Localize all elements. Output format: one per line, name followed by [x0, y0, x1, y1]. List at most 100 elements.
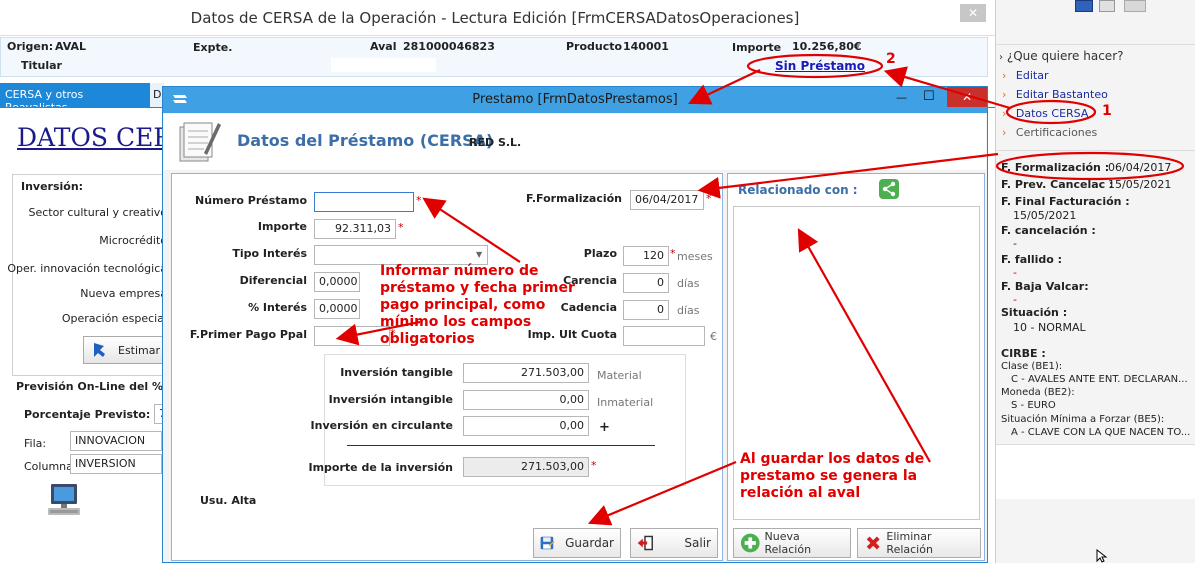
company-name: RED S.L.: [469, 136, 522, 149]
row-nueva-empresa: Nueva empresa: [80, 287, 167, 300]
dialog-close-button[interactable]: ✕: [947, 87, 987, 107]
annotation-informar-line: Informar número de: [380, 263, 539, 279]
guardar-label: Guardar: [565, 536, 614, 550]
action-certificaciones[interactable]: › Certificaciones: [1002, 126, 1097, 139]
rp-moneda-label: Moneda (BE2):: [1001, 387, 1075, 398]
origen-value: AVAL: [55, 40, 87, 53]
carencia-input[interactable]: 0: [623, 273, 669, 293]
plus-sign: +: [599, 420, 610, 435]
rp-prev-cancelac-value: 15/05/2021: [1108, 178, 1172, 191]
row-microcredito: Microcrédito: [99, 234, 167, 247]
porcentaje-label: Porcentaje Previsto:: [24, 408, 151, 421]
salir-button[interactable]: Salir: [630, 528, 718, 558]
plazo-unit: meses: [677, 250, 713, 263]
datos-cersa-heading: DATOS CER: [17, 123, 173, 152]
annotation-informar-line: obligatorios: [380, 331, 475, 347]
imp-ult-cuota-input[interactable]: [623, 326, 705, 346]
guardar-button[interactable]: Guardar: [533, 528, 621, 558]
what-to-do-text: ¿Que quiere hacer?: [1006, 49, 1124, 63]
numero-prestamo-input[interactable]: [314, 192, 414, 212]
rp-clase-value: C - AVALES ANTE ENT. DECLARAN...: [1011, 374, 1188, 385]
plazo-label: Plazo: [583, 247, 617, 260]
action-editar-bastanteo[interactable]: › Editar Bastanteo: [1002, 88, 1108, 101]
aval-label: Aval: [370, 40, 397, 53]
tipo-interes-label: Tipo Interés: [232, 247, 307, 260]
rp-situacion-min-value: A - CLAVE CON LA QUE NACEN TO...: [1011, 427, 1191, 438]
share-icon: [882, 181, 896, 197]
inv-intangible-input[interactable]: 0,00: [463, 390, 589, 410]
annotation-informar-line: pago principal, como: [380, 297, 546, 313]
cadencia-input[interactable]: 0: [623, 300, 669, 320]
primer-pago-label: F.Primer Pago Ppal: [189, 328, 307, 341]
dialog-heading: Datos del Préstamo (CERSA): [237, 131, 494, 150]
fila-field[interactable]: INNOVACION: [70, 431, 162, 451]
action-editar-label: Editar: [1015, 69, 1049, 82]
delete-x-icon: [866, 536, 880, 550]
main-close-button[interactable]: ✕: [960, 4, 986, 22]
minimize-button[interactable]: —: [896, 91, 907, 104]
importe-label: Importe: [732, 41, 782, 54]
rp-cirbe-label: CIRBE :: [1001, 347, 1046, 360]
importe-label: Importe: [257, 220, 307, 233]
share-button[interactable]: [879, 179, 899, 199]
what-to-do-header: › ¿Que quiere hacer?: [999, 49, 1124, 63]
notebook-pen-icon: [179, 122, 221, 162]
carencia-unit: días: [677, 277, 700, 290]
pct-interes-input[interactable]: 0,0000: [314, 299, 360, 319]
rp-cancelacion-value: -: [1013, 237, 1017, 250]
sin-prestamo-link[interactable]: Sin Préstamo: [775, 59, 865, 73]
formalizacion-input[interactable]: 06/04/2017: [630, 190, 704, 210]
right-panel: › ¿Que quiere hacer? › Editar › Editar B…: [995, 0, 1195, 563]
rp-prev-cancelac-label: F. Prev. Cancelac :: [1001, 178, 1114, 191]
layout-icon[interactable]: [1075, 0, 1093, 12]
inv-tangible-input[interactable]: 271.503,00: [463, 363, 589, 383]
tab-cersa[interactable]: CERSA y otros Reavalistas: [0, 83, 150, 114]
importe-input[interactable]: 92.311,03: [314, 219, 396, 239]
inv-intangible-unit: Inmaterial: [597, 396, 654, 409]
relacionado-panel: Relacionado con : Nueva Relación Elimina…: [727, 173, 985, 561]
annotation-informar: Informar número de préstamo y fecha prim…: [380, 263, 575, 348]
add-link-icon: [740, 533, 760, 553]
estimar-button[interactable]: Estimar C: [83, 336, 173, 364]
document-icon[interactable]: [1099, 0, 1115, 12]
producto-label: Producto: [566, 40, 623, 53]
tipo-interes-select[interactable]: [314, 245, 488, 265]
formalizacion-label: F.Formalización: [525, 192, 622, 205]
inv-circulante-input[interactable]: 0,00: [463, 416, 589, 436]
row-operacion-especial: Operación especial: [61, 312, 167, 325]
tab-second-label: D: [153, 88, 162, 101]
sum-divider: [347, 445, 655, 446]
action-certificaciones-label: Certificaciones: [1015, 126, 1098, 139]
bullet-icon: ›: [1002, 126, 1007, 139]
dialog-header: Datos del Préstamo (CERSA) RED S.L.: [164, 114, 986, 170]
nueva-relacion-button[interactable]: Nueva Relación: [733, 528, 851, 558]
annotation-guardar-line: Al guardar los datos de: [740, 451, 925, 467]
annotation-number-2: 2: [886, 51, 896, 67]
action-datos-cersa[interactable]: › Datos CERSA: [1002, 107, 1088, 120]
columna-field[interactable]: INVERSION: [70, 454, 162, 474]
numero-prestamo-label: Número Préstamo: [195, 194, 307, 207]
eliminar-relacion-button[interactable]: Eliminar Relación: [857, 528, 981, 558]
action-editar[interactable]: › Editar: [1002, 69, 1048, 82]
computer-icon: [48, 484, 80, 515]
rp-situacion-min-label: Situación Mínima a Forzar (BE5):: [1001, 414, 1165, 425]
tab-strip: CERSA y otros Reavalistas D: [0, 83, 170, 114]
rp-final-facturacion-label: F. Final Facturación :: [1001, 195, 1130, 208]
edit-icon[interactable]: [1124, 0, 1146, 12]
undo-arrow-icon: [94, 343, 105, 357]
primer-pago-input[interactable]: [314, 326, 390, 346]
plazo-input[interactable]: 120: [623, 246, 669, 266]
mouse-cursor-icon: [1096, 549, 1108, 563]
rp-final-facturacion-value: 15/05/2021: [1013, 209, 1077, 222]
imp-ult-cuota-unit: €: [710, 330, 717, 343]
maximize-button[interactable]: ☐: [923, 89, 935, 104]
inv-intangible-label: Inversión intangible: [328, 393, 453, 406]
dialog-title-bar: Prestamo [FrmDatosPrestamos] — ☐ ✕: [163, 87, 987, 113]
maximize-icon: ☐: [923, 89, 935, 104]
tab-cersa-label: CERSA y otros Reavalistas: [5, 88, 84, 114]
pct-interes-label: % Interés: [248, 301, 307, 314]
inv-total-input: 271.503,00: [463, 457, 589, 477]
origen-label: Origen:: [7, 40, 54, 53]
inversion-subpanel: Inversión tangible 271.503,00 Material I…: [308, 354, 686, 486]
diferencial-input[interactable]: 0,0000: [314, 272, 360, 292]
